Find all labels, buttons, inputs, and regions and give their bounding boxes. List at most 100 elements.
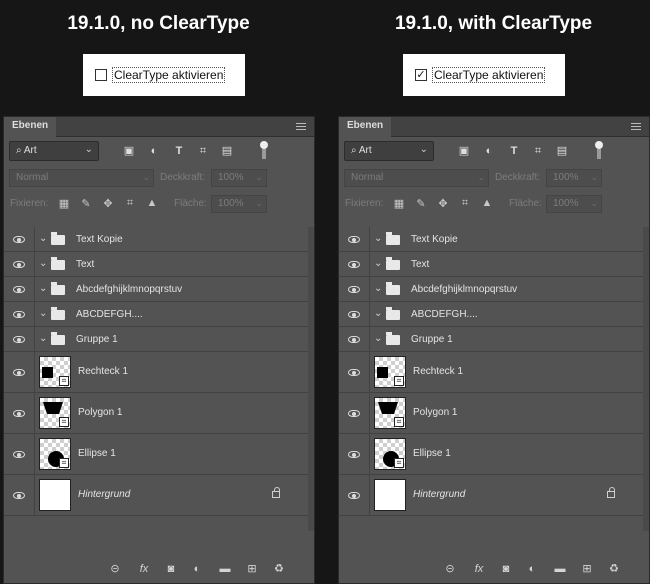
layer-row[interactable]: ⌄ ABCDEFGH.... (4, 302, 309, 327)
new-group-icon[interactable]: ▬ (553, 562, 567, 576)
layer-row[interactable]: ⌗ Rechteck 1 (339, 352, 644, 393)
shape-filter-icon[interactable]: ⌗ (531, 144, 545, 158)
lock-artboard-icon[interactable]: ⌗ (124, 197, 136, 210)
layer-row[interactable]: ⌄ Text Kopie (4, 227, 309, 252)
layer-row[interactable]: ⌗ Ellipse 1 (339, 434, 644, 475)
chevron-down-icon[interactable]: ⌄ (39, 333, 47, 344)
chevron-down-icon[interactable]: ⌄ (374, 283, 382, 294)
layer-row[interactable]: ⌄ ABCDEFGH.... (339, 302, 644, 327)
eye-icon[interactable] (13, 236, 25, 243)
eye-icon[interactable] (348, 311, 360, 318)
fx-icon[interactable]: fx (137, 562, 151, 576)
layer-row[interactable]: ⌄ Text (339, 252, 644, 277)
link-icon[interactable]: ⊝ (443, 562, 457, 576)
lock-icon[interactable] (607, 487, 615, 498)
smart-object-filter-icon[interactable]: ▤ (555, 144, 569, 158)
chevron-down-icon[interactable]: ⌄ (374, 258, 382, 269)
lock-position-icon[interactable]: ✥ (102, 197, 114, 210)
cleartype-checkbox[interactable] (95, 69, 107, 81)
layer-row[interactable]: ⌄ Gruppe 1 (4, 327, 309, 352)
chevron-down-icon[interactable]: ⌄ (39, 283, 47, 294)
lock-position-icon[interactable]: ✥ (437, 197, 449, 210)
eye-icon[interactable] (348, 286, 360, 293)
adjustment-layer-icon[interactable]: ◐ (190, 562, 204, 576)
layer-scrollbar[interactable] (308, 227, 314, 531)
lock-all-icon[interactable]: ▲ (481, 197, 493, 209)
new-layer-icon[interactable]: ⊞ (580, 562, 594, 576)
eye-icon[interactable] (348, 236, 360, 243)
smart-object-filter-icon[interactable]: ▤ (220, 144, 234, 158)
cleartype-label[interactable]: ClearType aktivieren (112, 67, 226, 83)
layer-row[interactable]: ⌗ Polygon 1 (339, 393, 644, 434)
shape-filter-icon[interactable]: ⌗ (196, 144, 210, 158)
layer-row[interactable]: Hintergrund (339, 475, 644, 516)
eye-icon[interactable] (348, 410, 360, 417)
eye-icon[interactable] (348, 492, 360, 499)
panel-menu-icon[interactable] (296, 123, 306, 132)
image-filter-icon[interactable]: ▣ (457, 144, 471, 158)
cleartype-label[interactable]: ClearType aktivieren (432, 67, 546, 83)
chevron-down-icon[interactable]: ⌄ (39, 308, 47, 319)
eye-icon[interactable] (13, 410, 25, 417)
fill-input[interactable]: 100% ⌄ (546, 195, 602, 213)
adjustment-filter-icon[interactable]: ◐ (482, 144, 496, 158)
layer-row[interactable]: Hintergrund (4, 475, 309, 516)
chevron-down-icon[interactable]: ⌄ (374, 233, 382, 244)
chevron-down-icon[interactable]: ⌄ (374, 333, 382, 344)
lock-transparent-icon[interactable]: ▦ (58, 197, 70, 210)
filter-toggle-icon[interactable] (595, 141, 603, 159)
link-icon[interactable]: ⊝ (108, 562, 122, 576)
layer-row[interactable]: ⌗ Polygon 1 (4, 393, 309, 434)
adjustment-layer-icon[interactable]: ◐ (525, 562, 539, 576)
blend-mode-select[interactable]: Normal ⌄ (344, 169, 489, 187)
fx-icon[interactable]: fx (472, 562, 486, 576)
image-filter-icon[interactable]: ▣ (122, 144, 136, 158)
eye-icon[interactable] (13, 261, 25, 268)
new-layer-icon[interactable]: ⊞ (245, 562, 259, 576)
layer-row[interactable]: ⌄ Text Kopie (339, 227, 644, 252)
eye-icon[interactable] (348, 451, 360, 458)
tab-layers[interactable]: Ebenen (4, 117, 57, 138)
eye-icon[interactable] (13, 451, 25, 458)
type-filter-icon[interactable]: T (507, 144, 521, 158)
layer-row[interactable]: ⌄ Text (4, 252, 309, 277)
eye-icon[interactable] (13, 286, 25, 293)
eye-icon[interactable] (13, 369, 25, 376)
chevron-down-icon[interactable]: ⌄ (39, 233, 47, 244)
mask-icon[interactable]: ◙ (499, 562, 513, 576)
delete-icon[interactable]: ♻ (272, 562, 286, 576)
lock-pixels-icon[interactable]: ✎ (415, 197, 427, 210)
delete-icon[interactable]: ♻ (607, 562, 621, 576)
chevron-down-icon[interactable]: ⌄ (374, 308, 382, 319)
eye-icon[interactable] (348, 336, 360, 343)
layer-row[interactable]: ⌄ Abcdefghijklmnopqrstuv (4, 277, 309, 302)
new-group-icon[interactable]: ▬ (218, 562, 232, 576)
layer-scrollbar[interactable] (643, 227, 649, 531)
adjustment-filter-icon[interactable]: ◐ (147, 144, 161, 158)
fill-input[interactable]: 100% ⌄ (211, 195, 267, 213)
layer-row[interactable]: ⌄ Abcdefghijklmnopqrstuv (339, 277, 644, 302)
layer-row[interactable]: ⌗ Ellipse 1 (4, 434, 309, 475)
lock-artboard-icon[interactable]: ⌗ (459, 197, 471, 210)
panel-menu-icon[interactable] (631, 123, 641, 132)
filter-toggle-icon[interactable] (260, 141, 268, 159)
lock-pixels-icon[interactable]: ✎ (80, 197, 92, 210)
lock-all-icon[interactable]: ▲ (146, 197, 158, 209)
layer-row[interactable]: ⌗ Rechteck 1 (4, 352, 309, 393)
eye-icon[interactable] (13, 311, 25, 318)
layer-row[interactable]: ⌄ Gruppe 1 (339, 327, 644, 352)
lock-icon[interactable] (272, 487, 280, 498)
cleartype-toggle[interactable]: ClearType aktivieren (83, 54, 245, 96)
chevron-down-icon[interactable]: ⌄ (39, 258, 47, 269)
eye-icon[interactable] (348, 369, 360, 376)
mask-icon[interactable]: ◙ (164, 562, 178, 576)
type-filter-icon[interactable]: T (172, 144, 186, 158)
filter-kind-select[interactable]: ⌕ Art ⌄ (344, 141, 434, 161)
opacity-input[interactable]: 100% ⌄ (546, 169, 602, 187)
blend-mode-select[interactable]: Normal ⌄ (9, 169, 154, 187)
opacity-input[interactable]: 100% ⌄ (211, 169, 267, 187)
eye-icon[interactable] (13, 336, 25, 343)
filter-kind-select[interactable]: ⌕ Art ⌄ (9, 141, 99, 161)
tab-layers[interactable]: Ebenen (339, 117, 392, 138)
eye-icon[interactable] (348, 261, 360, 268)
